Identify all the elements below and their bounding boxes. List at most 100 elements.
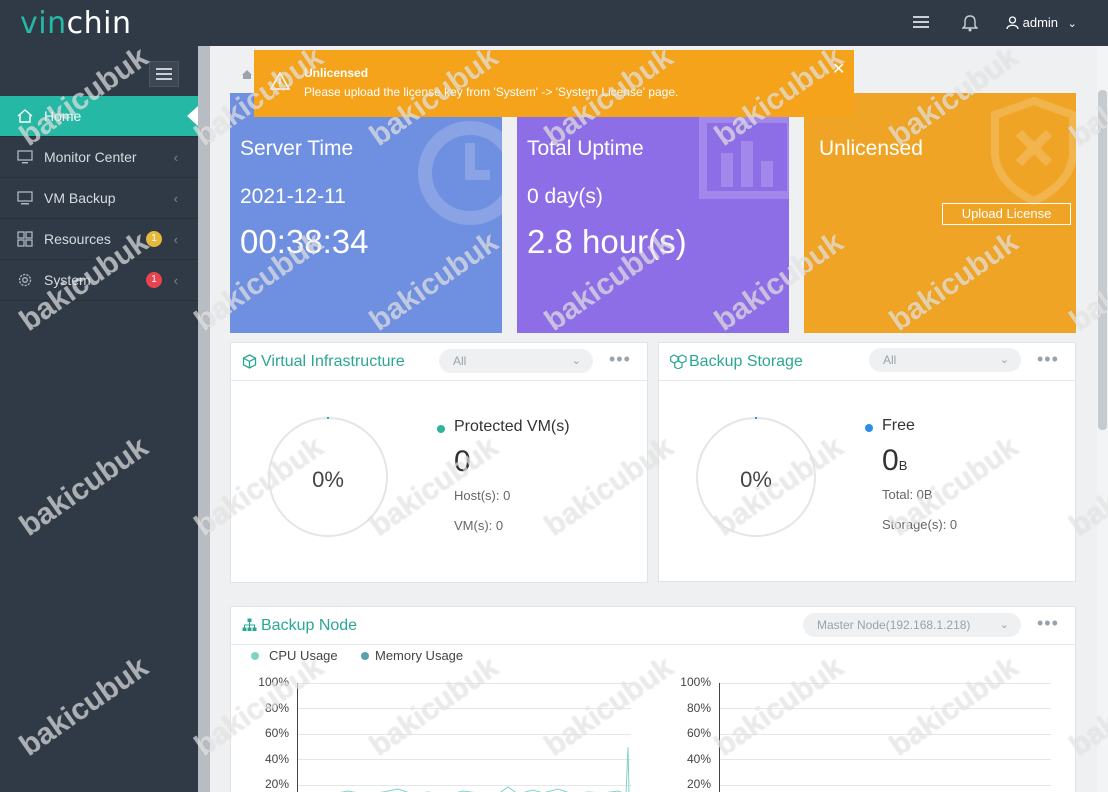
cube-icon <box>242 354 257 369</box>
sidebar-item-monitor-center[interactable]: Monitor Center ‹ <box>0 137 198 178</box>
panel-header: Backup Node Master Node(192.168.1.218) ⌄… <box>231 607 1075 645</box>
protected-vms-label: Protected VM(s) <box>454 418 570 435</box>
chevron-left-icon: ‹ <box>173 149 178 165</box>
notification-title: Unlicensed <box>304 66 369 80</box>
panel-title: Backup Node <box>261 617 358 634</box>
panel-header: Virtual Infrastructure All ⌄ ••• <box>231 343 647 381</box>
protected-vms-value: 0 <box>454 445 471 478</box>
legend-dot <box>437 425 445 433</box>
filter-select[interactable]: All ⌄ <box>439 349 593 373</box>
storage-percent: 0% <box>740 467 772 492</box>
server-time: 00:38:34 <box>240 223 369 260</box>
node-select[interactable]: Master Node(192.168.1.218) ⌄ <box>803 613 1021 637</box>
backup-storage-panel: Backup Storage All ⌄ ••• 0% Free 0B Tota… <box>658 342 1076 582</box>
notification-badge: 1 <box>146 272 162 288</box>
notification-badge: 1 <box>146 231 162 247</box>
card-title: Unlicensed <box>819 137 923 160</box>
y-tick-label: 20% <box>264 777 289 791</box>
uptime-days: 0 day(s) <box>527 185 603 208</box>
host-count: Host(s): 0 <box>454 488 511 503</box>
card-title: Server Time <box>240 137 354 160</box>
sidebar-item-home[interactable]: Home <box>0 96 198 137</box>
top-bar: vinchin admin ⌄ <box>0 0 1108 46</box>
y-tick-label: 60% <box>686 726 711 740</box>
y-tick-label: 20% <box>686 777 711 791</box>
shield-x-icon <box>991 97 1076 206</box>
sidebar-item-label: Monitor Center <box>44 149 137 165</box>
sidebar-item-label: Resources <box>44 231 111 247</box>
bar-chart-icon <box>699 115 789 199</box>
y-tick-label: 100% <box>680 675 711 689</box>
user-menu[interactable]: admin ⌄ <box>1006 15 1077 30</box>
sidebar-item-vm-backup[interactable]: VM Backup ‹ <box>0 178 198 219</box>
uptime-hours: 2.8 hour(s) <box>527 223 687 260</box>
breadcrumb-home-icon[interactable] <box>241 67 253 85</box>
sidebar: Home Monitor Center ‹ VM Backup ‹ Resour… <box>0 46 198 792</box>
user-icon <box>1006 15 1023 30</box>
sidebar-item-label: Home <box>44 108 82 124</box>
panel-header: Backup Storage All ⌄ ••• <box>659 343 1075 381</box>
total-storage: Total: 0B <box>882 487 933 502</box>
home-icon <box>17 108 33 124</box>
sidebar-item-label: System <box>44 272 91 288</box>
storage-icon <box>670 354 687 369</box>
computer-icon <box>17 190 33 206</box>
y-tick-label: 40% <box>686 752 711 766</box>
free-value: 0B <box>882 444 908 477</box>
storage-count: Storage(s): 0 <box>882 517 958 532</box>
y-axis <box>719 683 720 792</box>
filter-select[interactable]: All ⌄ <box>869 348 1021 372</box>
backup-node-panel: Backup Node Master Node(192.168.1.218) ⌄… <box>230 606 1076 792</box>
storage-ring-chart: 0% <box>696 417 816 537</box>
license-warning-notification: Unlicensed Please upload the license key… <box>254 50 854 117</box>
memory-legend-label: Memory Usage <box>375 648 464 663</box>
chevron-left-icon: ‹ <box>173 272 178 288</box>
chevron-down-icon: ⌄ <box>999 354 1009 366</box>
protection-ring-chart: 0% <box>268 417 388 537</box>
monitor-icon <box>17 149 33 165</box>
network-icon <box>242 618 257 631</box>
chevron-left-icon: ‹ <box>173 231 178 247</box>
sidebar-item-label: VM Backup <box>44 190 116 206</box>
chevron-left-icon: ‹ <box>173 190 178 206</box>
cpu-legend-dot <box>251 652 259 660</box>
free-label: Free <box>882 417 915 434</box>
upload-license-button[interactable]: Upload License <box>942 203 1071 225</box>
legend-dot <box>865 424 873 432</box>
y-tick-label: 40% <box>264 752 289 766</box>
page-scrollbar-thumb[interactable] <box>1098 90 1107 430</box>
sidebar-item-resources[interactable]: Resources 1 ‹ <box>0 219 198 260</box>
sidebar-scrollbar[interactable] <box>198 46 210 792</box>
server-time-card: Server Time 2021-12-11 00:38:34 <box>230 93 502 333</box>
license-card: Unlicensed Upload License <box>804 93 1076 333</box>
chevron-down-icon: ⌄ <box>571 355 581 367</box>
close-icon[interactable]: ✕ <box>832 59 845 79</box>
cpu-usage-line <box>340 746 630 792</box>
grid-icon <box>17 231 33 247</box>
y-tick-label: 100% <box>258 675 289 689</box>
menu-toggle-button[interactable] <box>149 61 179 87</box>
more-options-icon[interactable]: ••• <box>1037 614 1059 632</box>
sidebar-item-system[interactable]: System 1 ‹ <box>0 260 198 301</box>
card-title: Total Uptime <box>527 137 644 160</box>
notification-message: Please upload the license key from 'Syst… <box>304 85 679 99</box>
vm-count: VM(s): 0 <box>454 518 504 533</box>
virtual-infrastructure-panel: Virtual Infrastructure All ⌄ ••• 0% Prot… <box>230 342 648 583</box>
uptime-card: Total Uptime 0 day(s) 2.8 hour(s) <box>517 93 789 333</box>
y-tick-label: 80% <box>264 701 289 715</box>
username: admin <box>1022 15 1059 30</box>
more-options-icon[interactable]: ••• <box>1037 350 1059 368</box>
chevron-down-icon: ⌄ <box>1067 18 1077 30</box>
more-options-icon[interactable]: ••• <box>609 350 631 368</box>
panel-title: Backup Storage <box>689 353 803 370</box>
list-icon[interactable] <box>912 14 930 35</box>
vinchin-logo[interactable]: vinchin <box>20 6 131 41</box>
memory-legend-dot <box>361 652 369 660</box>
cpu-legend-label: CPU Usage <box>269 648 338 663</box>
server-date: 2021-12-11 <box>240 185 346 208</box>
bell-icon[interactable] <box>961 14 979 37</box>
gear-icon <box>17 272 33 288</box>
y-tick-label: 60% <box>264 726 289 740</box>
panel-title: Virtual Infrastructure <box>261 353 405 370</box>
warning-icon <box>270 72 290 90</box>
